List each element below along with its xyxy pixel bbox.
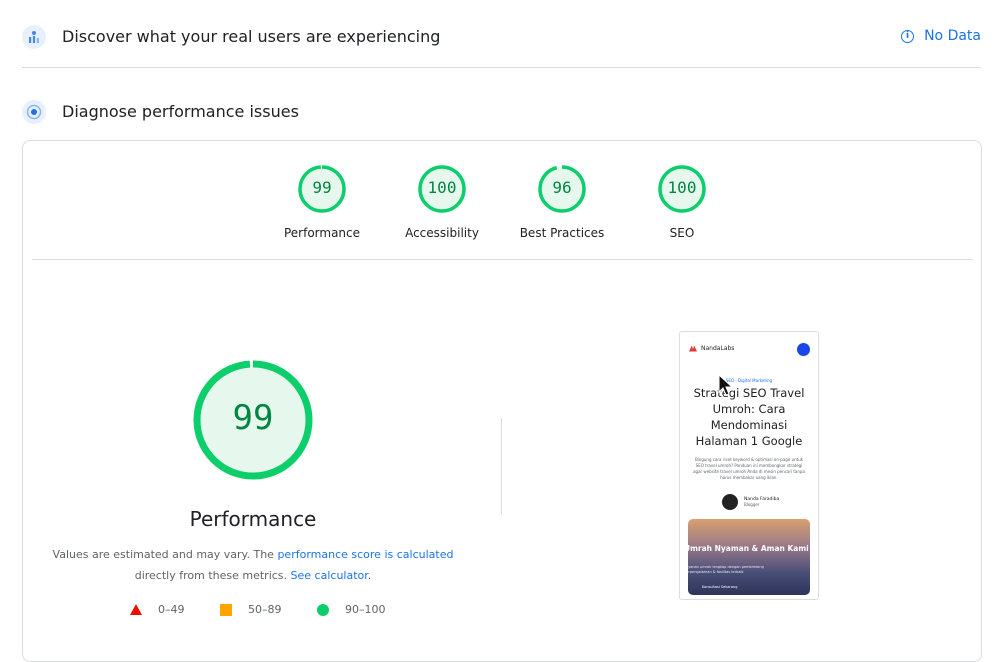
square-icon	[220, 603, 232, 616]
gauge-score: 99	[312, 178, 332, 197]
no-data-link[interactable]: i No Data	[901, 28, 981, 44]
legend-range: 50–89	[248, 603, 282, 616]
users-chart-icon	[22, 25, 46, 49]
info-icon: i	[901, 29, 915, 43]
screenshot-tag: SEO · Digital Marketing	[725, 378, 773, 383]
screenshot-excerpt: Bingung cara riset keyword & optimasi on…	[693, 457, 805, 480]
section-divider	[22, 67, 981, 68]
performance-score: 99	[232, 398, 274, 438]
gauge-label: Best Practices	[519, 226, 605, 240]
see-calculator-link[interactable]: See calculator	[291, 569, 368, 582]
screenshot-title: Strategi SEO Travel Umroh: Cara Mendomin…	[693, 386, 805, 448]
triangle-icon	[130, 604, 142, 615]
legend-average: 50–89	[220, 603, 282, 616]
gauge-score: 100	[427, 178, 457, 197]
hero-card-button: Konsultasi Sekarang	[702, 585, 738, 589]
performance-description: Values are estimated and may vary. The p…	[40, 544, 466, 586]
circle-icon	[317, 603, 329, 616]
gauges-divider	[32, 259, 973, 260]
legend-range: 90–100	[345, 603, 386, 616]
gauge-best-practices[interactable]: 96 Best Practices	[502, 164, 622, 240]
gauge-label: Accessibility	[405, 226, 479, 240]
diagnose-icon	[22, 100, 46, 124]
avatar	[722, 494, 738, 510]
gauge-label: SEO	[669, 226, 695, 240]
vertical-separator	[501, 418, 502, 514]
gauge-score: 100	[667, 178, 697, 197]
brand-name: NandaLabs	[701, 345, 735, 352]
no-data-label: No Data	[924, 28, 981, 44]
mouse-cursor-icon	[718, 374, 734, 396]
performance-title: Performance	[189, 507, 317, 531]
desc-text: directly from these metrics.	[134, 569, 291, 582]
desc-text: .	[367, 569, 372, 582]
author-role: Blogger	[744, 502, 760, 507]
gauge-score: 96	[552, 178, 572, 197]
score-calculated-link[interactable]: performance score is calculated	[277, 548, 453, 561]
gauge-label: Performance	[283, 226, 361, 240]
brand-logo-icon	[689, 345, 697, 352]
screenshot-hero-card: Umrah Nyaman & Aman Kami Layanan umroh l…	[688, 519, 810, 595]
field-data-title: Discover what your real users are experi…	[62, 27, 441, 46]
screenshot-author: Nanda Faradiba Blogger	[722, 494, 779, 510]
screenshot-brand: NandaLabs	[689, 345, 734, 352]
menu-icon	[797, 343, 810, 356]
desc-text: Values are estimated and may vary. The	[52, 548, 278, 561]
page-screenshot[interactable]: NandaLabs SEO · Digital Marketing Strate…	[679, 331, 819, 600]
hero-card-title: Umrah Nyaman & Aman Kami	[688, 544, 809, 553]
hero-card-subtitle: Layanan umroh lengkap dengan pembimbing …	[688, 565, 764, 574]
gauge-seo[interactable]: 100 SEO	[622, 164, 742, 240]
gauge-performance[interactable]: 99 Performance	[262, 164, 382, 240]
legend-fail: 0–49	[130, 603, 185, 616]
legend-pass: 90–100	[317, 603, 386, 616]
legend-range: 0–49	[158, 603, 185, 616]
gauge-accessibility[interactable]: 100 Accessibility	[382, 164, 502, 240]
lab-data-title: Diagnose performance issues	[62, 102, 299, 121]
